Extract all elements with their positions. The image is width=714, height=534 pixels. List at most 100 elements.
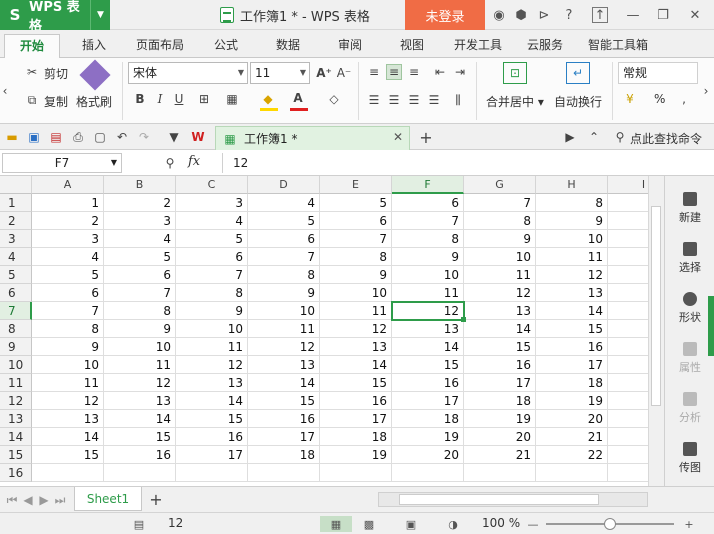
cell[interactable]: 3 [176,194,248,212]
cell[interactable]: 10 [176,320,248,338]
cell[interactable]: 11 [104,356,176,374]
underline-icon[interactable]: U [171,91,187,107]
justify-icon[interactable]: ☰ [426,92,442,108]
cell[interactable]: 18 [464,392,536,410]
cell[interactable]: 8 [176,284,248,302]
percent-button[interactable]: % [654,92,665,106]
font-color-icon[interactable]: A [290,90,306,106]
cell[interactable]: 8 [248,266,320,284]
cell[interactable]: 12 [248,338,320,356]
tab-developer[interactable]: 开发工具 [446,34,510,58]
side-new-button[interactable]: 新建 [665,186,714,236]
scissors-icon[interactable]: ✂ [24,64,40,80]
cell[interactable]: 16 [176,428,248,446]
increase-font-icon[interactable]: A⁺ [316,65,332,81]
insert-function-button[interactable]: fx [188,154,200,169]
cell[interactable]: 4 [176,212,248,230]
minimize-icon[interactable]: — [624,6,642,24]
cell[interactable]: 9 [392,248,464,266]
cell[interactable]: 18 [392,410,464,428]
cell[interactable] [104,464,176,482]
cell[interactable]: 17 [392,392,464,410]
fill-color-icon[interactable]: ◆ [260,91,276,107]
row-header[interactable]: 9 [0,338,32,356]
number-format-select[interactable]: 常规 [618,62,698,84]
cell[interactable]: 15 [32,446,104,464]
cell[interactable]: 8 [536,194,608,212]
cell[interactable]: 5 [248,212,320,230]
cell[interactable]: 10 [464,248,536,266]
column-header-b[interactable]: B [104,176,176,194]
share-icon[interactable]: ⊳ [535,6,553,24]
ribbon-scroll-left-icon[interactable]: ‹ [0,83,10,99]
cell[interactable]: 19 [536,392,608,410]
cell[interactable]: 10 [104,338,176,356]
cell[interactable] [248,464,320,482]
cell[interactable]: 15 [536,320,608,338]
add-sheet-icon[interactable]: + [148,490,164,509]
cell[interactable]: 5 [320,194,392,212]
cell[interactable]: 12 [464,284,536,302]
cell[interactable]: 9 [248,284,320,302]
minimize-ribbon-icon[interactable]: ⌃ [586,129,602,145]
cell[interactable]: 13 [32,410,104,428]
close-icon[interactable]: ✕ [686,6,704,24]
tab-page-layout[interactable]: 页面布局 [128,34,192,58]
column-header-a[interactable]: A [32,176,104,194]
print-preview-icon[interactable]: ▢ [92,129,108,145]
cell[interactable]: 21 [536,428,608,446]
cell[interactable]: 8 [32,320,104,338]
row-header[interactable]: 5 [0,266,32,284]
cell[interactable]: 7 [32,302,104,320]
close-tab-icon[interactable]: ✕ [393,130,403,144]
cell[interactable]: 20 [392,446,464,464]
distributed-align-icon[interactable]: ⫼ [450,92,466,108]
cell[interactable]: 17 [536,356,608,374]
zoom-level[interactable]: 100 % [482,516,520,530]
align-left-icon[interactable]: ☰ [366,92,382,108]
row-header[interactable]: 8 [0,320,32,338]
prev-sheet-icon[interactable]: ◀ [20,492,36,508]
fill-handle[interactable] [461,317,466,322]
page-break-view-icon[interactable]: ▩ [360,516,378,532]
tab-review[interactable]: 审阅 [328,34,372,58]
cell[interactable]: 12 [320,320,392,338]
redo-icon[interactable]: ↷ [136,129,152,145]
cell[interactable]: 14 [536,302,608,320]
cell[interactable]: 12 [104,374,176,392]
side-select-button[interactable]: 选择 [665,236,714,286]
cell[interactable]: 6 [320,212,392,230]
cell[interactable]: 16 [392,374,464,392]
cell[interactable]: 14 [32,428,104,446]
cell[interactable]: 2 [32,212,104,230]
save-icon[interactable]: ▣ [26,129,42,145]
row-header[interactable]: 11 [0,374,32,392]
cell[interactable]: 4 [32,248,104,266]
zoom-out-icon[interactable]: — [524,516,542,532]
tab-cloud[interactable]: 云服务 [518,34,572,58]
cell[interactable]: 7 [248,248,320,266]
cell[interactable]: 16 [320,392,392,410]
cell[interactable] [392,464,464,482]
row-header[interactable]: 14 [0,428,32,446]
vertical-scrollbar[interactable] [648,176,664,486]
column-header-c[interactable]: C [176,176,248,194]
cell[interactable]: 10 [32,356,104,374]
page-layout-view-icon[interactable]: ▣ [402,516,420,532]
tab-insert[interactable]: 插入 [72,34,116,58]
decrease-font-icon[interactable]: A⁻ [336,65,352,81]
align-bottom-icon[interactable]: ≡ [406,64,422,80]
cell[interactable]: 6 [248,230,320,248]
search-icon[interactable]: ⚲ [612,129,628,145]
font-size-select[interactable]: 11 ▼ [250,62,310,84]
tab-view[interactable]: 视图 [390,34,434,58]
row-header[interactable]: 6 [0,284,32,302]
column-header-f[interactable]: F [392,176,464,194]
clear-format-icon[interactable]: ◇ [326,91,342,107]
cell[interactable]: 16 [464,356,536,374]
cut-button[interactable]: 剪切 [44,65,68,82]
cell[interactable]: 15 [464,338,536,356]
row-header[interactable]: 16 [0,464,32,482]
cell[interactable]: 15 [104,428,176,446]
cell[interactable]: 19 [320,446,392,464]
